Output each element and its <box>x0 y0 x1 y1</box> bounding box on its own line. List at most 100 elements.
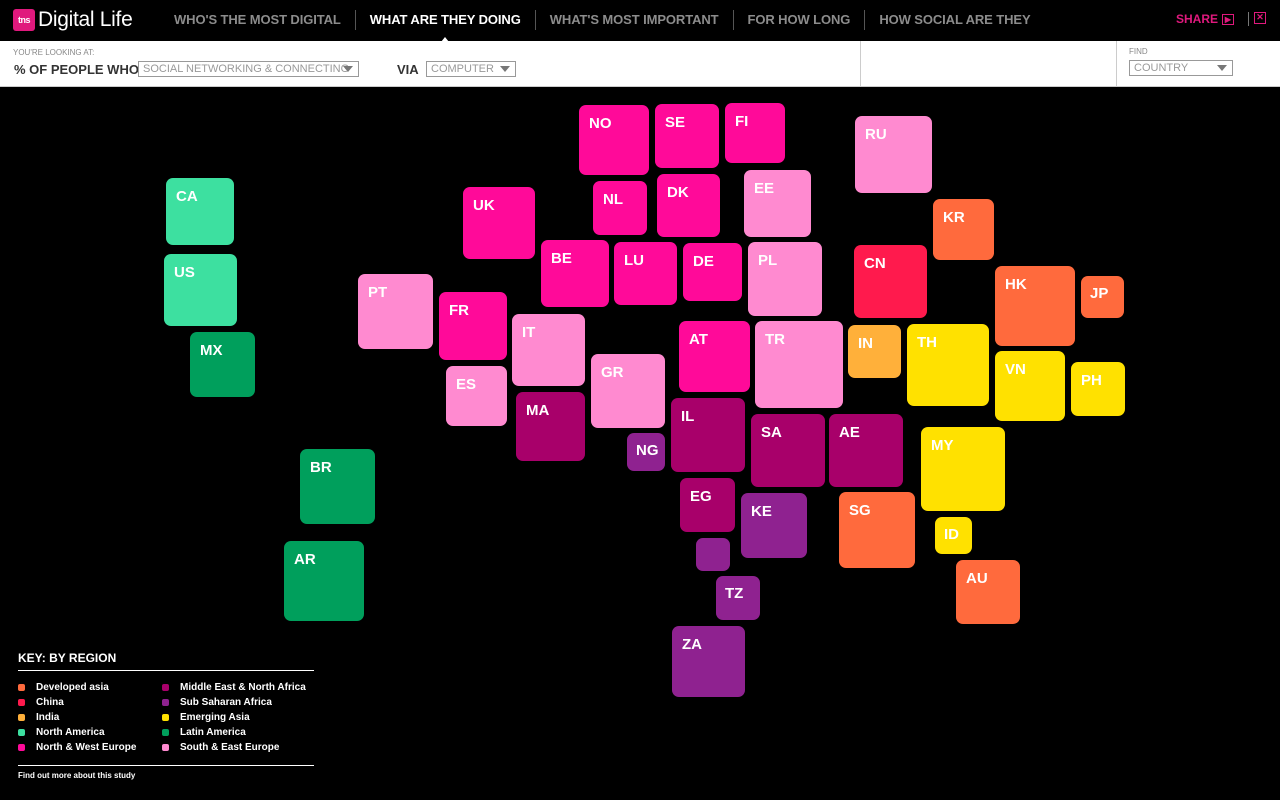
country-tile[interactable]: JP <box>1081 276 1124 318</box>
country-code: UK <box>473 197 495 214</box>
country-tile[interactable]: IT <box>512 314 585 386</box>
country-tile[interactable]: BR <box>300 449 375 524</box>
logo[interactable]: tns Digital Life <box>13 8 133 32</box>
country-tile[interactable]: AR <box>284 541 364 621</box>
country-code: SA <box>761 424 782 441</box>
country-tile[interactable]: MY <box>921 427 1005 511</box>
country-tile[interactable]: AU <box>956 560 1020 624</box>
region-swatch <box>162 729 169 736</box>
country-tile[interactable]: TR <box>755 321 843 408</box>
country-code: MA <box>526 402 550 419</box>
key-item: North America <box>18 725 162 740</box>
country-code: ID <box>944 526 959 543</box>
country-tile[interactable]: CA <box>166 178 234 245</box>
region-label: Middle East & North Africa <box>180 682 306 693</box>
key-item: South & East Europe <box>162 740 306 755</box>
country-code: NO <box>589 115 612 132</box>
country-tile[interactable]: LU <box>614 242 677 305</box>
header-divider <box>1248 12 1249 26</box>
country-tile[interactable]: DK <box>657 174 720 237</box>
country-tile[interactable]: BE <box>541 240 609 307</box>
country-tile[interactable]: RU <box>855 116 932 193</box>
nav-tab[interactable]: How social are they <box>864 10 1044 30</box>
country-select[interactable]: Country <box>1129 60 1233 76</box>
region-swatch <box>18 729 25 736</box>
close-button[interactable]: ✕ <box>1254 12 1266 24</box>
nav-tab[interactable]: What's most important <box>534 10 733 30</box>
country-tile[interactable]: FI <box>725 103 785 163</box>
region-swatch <box>18 744 25 751</box>
country-tile[interactable]: AE <box>829 414 903 487</box>
country-tile[interactable] <box>696 538 730 571</box>
country-tile[interactable]: VN <box>995 351 1065 421</box>
device-select-value: Computer <box>431 63 494 75</box>
activity-select[interactable]: Social networking & connecting <box>138 61 359 77</box>
country-code: US <box>174 264 195 281</box>
people-who-label: % OF PEOPLE WHO: <box>14 62 144 77</box>
region-label: Sub Saharan Africa <box>180 697 272 708</box>
region-swatch <box>162 699 169 706</box>
chevron-down-icon <box>343 66 353 72</box>
country-tile[interactable]: PT <box>358 274 433 349</box>
key-item: Emerging Asia <box>162 710 306 725</box>
country-tile[interactable]: NG <box>627 433 665 471</box>
country-tile[interactable]: SA <box>751 414 825 487</box>
country-tile[interactable]: PL <box>748 242 822 316</box>
country-tile[interactable]: ES <box>446 366 507 426</box>
country-tile[interactable]: MA <box>516 392 585 461</box>
nav-tab[interactable]: For how long <box>732 10 865 30</box>
country-tile[interactable]: IN <box>848 325 901 378</box>
country-tile[interactable]: FR <box>439 292 507 360</box>
region-label: North & West Europe <box>36 742 137 753</box>
region-label: North America <box>36 727 105 738</box>
country-code: MX <box>200 342 223 359</box>
country-tile[interactable]: ZA <box>672 626 745 697</box>
key-item: China <box>18 695 162 710</box>
region-label: Developed asia <box>36 682 109 693</box>
share-icon: ▶ <box>1222 13 1234 25</box>
nav-tab[interactable]: Who's the most digital <box>160 10 355 30</box>
nav-tab[interactable]: What are they doing <box>354 10 535 42</box>
activity-select-value: Social networking & connecting <box>143 63 350 75</box>
country-tile[interactable]: MX <box>190 332 255 397</box>
share-label: SHARE <box>1175 12 1218 26</box>
country-tile[interactable]: IL <box>671 398 745 472</box>
country-code: DK <box>667 184 689 201</box>
country-tile[interactable]: AT <box>679 321 750 392</box>
country-tile[interactable]: NL <box>593 181 647 235</box>
country-code: PT <box>368 284 388 301</box>
country-tile[interactable]: TZ <box>716 576 760 620</box>
country-tile[interactable]: SG <box>839 492 915 568</box>
region-swatch <box>162 744 169 751</box>
country-tile[interactable]: US <box>164 254 237 326</box>
country-code: KE <box>751 503 772 520</box>
country-code: NL <box>603 191 623 208</box>
country-tile[interactable]: UK <box>463 187 535 259</box>
device-select[interactable]: Computer <box>426 61 516 77</box>
country-tile[interactable]: GR <box>591 354 665 428</box>
key-item: Middle East & North Africa <box>162 680 306 695</box>
country-tile[interactable]: TH <box>907 324 989 406</box>
study-info-link[interactable]: Find out more about this study <box>18 765 314 780</box>
country-code: MY <box>931 437 954 454</box>
via-label: VIA <box>397 62 419 77</box>
country-code: PL <box>758 252 778 269</box>
country-tile[interactable]: EE <box>744 170 811 237</box>
region-swatch <box>18 699 25 706</box>
country-tile[interactable]: KR <box>933 199 994 260</box>
country-tile[interactable]: CN <box>854 245 927 318</box>
country-tile[interactable]: NO <box>579 105 649 175</box>
country-tile[interactable]: HK <box>995 266 1075 346</box>
country-code: IL <box>681 408 695 425</box>
tns-logo-mark: tns <box>13 9 35 31</box>
country-tile[interactable]: DE <box>683 243 742 301</box>
share-button[interactable]: SHARE ▶ <box>1176 12 1234 26</box>
find-label: Find <box>1129 47 1148 56</box>
country-select-value: Country <box>1134 62 1189 74</box>
country-code: VN <box>1005 361 1026 378</box>
country-tile[interactable]: KE <box>741 493 807 558</box>
country-tile[interactable]: SE <box>655 104 719 168</box>
country-tile[interactable]: PH <box>1071 362 1125 416</box>
country-tile[interactable]: ID <box>935 517 972 554</box>
country-tile[interactable]: EG <box>680 478 735 532</box>
